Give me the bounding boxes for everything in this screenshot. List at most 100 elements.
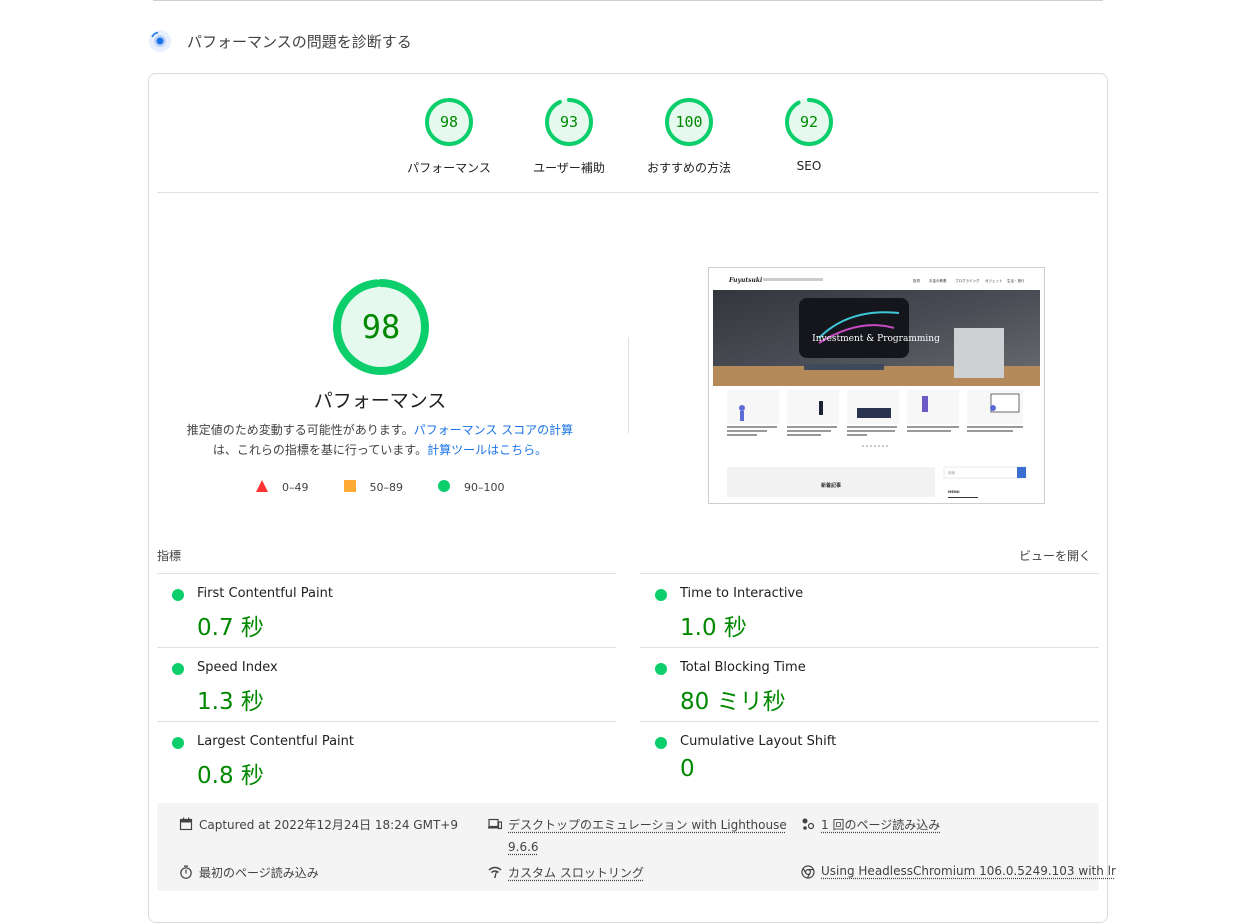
performance-gauge-large: 98 [333,279,429,375]
desc-text-2: は、これらの指標を基に行っています。 [212,443,428,457]
final-screenshot[interactable]: Fuyutsuki 投資 お金の教養 プログラミング ガジェット 生活・旅行 I… [708,267,1045,504]
emulation-info[interactable]: デスクトップのエミュレーション with Lighthouse [488,816,787,833]
gauge-ring: 93 [545,98,593,146]
menu-label: MENU [948,490,960,494]
nav-item: お金の教養 [929,278,947,283]
pass-circle-icon [172,589,184,601]
nav-item: プログラミング [955,278,980,283]
emulation-version: 9.6.6 [508,840,539,854]
nav-item: 生活・旅行 [1007,278,1025,283]
metric-name: First Contentful Paint [197,586,333,601]
metric-value: 0.8 秒 [197,763,264,789]
signal-icon [488,866,502,878]
devices-icon [488,818,502,830]
gauge-best-practices[interactable]: 100 おすすめの方法 [634,97,744,176]
gauge-label: SEO [796,159,822,173]
gauge-score: 92 [800,113,818,131]
browser-text: Using HeadlessChromium 106.0.5249.103 wi… [821,864,1116,878]
pass-circle-icon [655,589,667,601]
square-icon [343,480,356,495]
performance-score: 98 [362,308,401,346]
pass-circle-icon [655,663,667,675]
performance-description: 推定値のため変動する可能性があります。パフォーマンス スコアの計算 は、これらの… [159,420,601,460]
gauge-score: 100 [675,113,702,131]
metrics-label: 指標 [157,549,182,563]
metric-value: 0 [680,756,695,782]
metric-lcp: Largest Contentful Paint 0.8 秒 [157,721,616,795]
report-card: 98 パフォーマンス 93 ユーザー補助 100 おすすめの方法 92 SEO … [148,73,1116,923]
metric-name: Cumulative Layout Shift [680,734,837,749]
category-gauges: 98 パフォーマンス 93 ユーザー補助 100 おすすめの方法 92 SEO [157,74,1099,193]
vertical-divider [628,337,629,433]
legend-range: 50–89 [369,481,404,494]
nav-item: ガジェット [985,278,1003,283]
legend-range: 0–49 [282,481,309,494]
site-logo: Fuyutsuki [728,277,763,284]
captured-at: Captured at 2022年12月24日 18:24 GMT+9 [179,816,458,833]
chrome-icon [801,865,815,879]
emulation-text: デスクトップのエミュレーション with Lighthouse [508,818,787,832]
hero-text: Investment & Programming [812,334,940,344]
run-info: Captured at 2022年12月24日 18:24 GMT+9 デスクト… [157,803,1116,891]
section-heading: パフォーマンスの問題を診断する [148,28,412,54]
throttling-info[interactable]: カスタム スロットリング [488,864,644,881]
circle-icon [438,480,450,495]
gauge-score: 98 [440,113,458,131]
performance-title: パフォーマンス [313,390,447,412]
metric-tbt: Total Blocking Time 80 ミリ秒 [640,647,1099,721]
metric-name: Speed Index [197,660,278,675]
gauge-label: パフォーマンス [407,161,491,175]
emulation-version-text: 9.6.6 [508,840,539,854]
score-legend: 0–49 50–89 90–100 [256,480,540,495]
page-loads[interactable]: 1 回のページ読み込み [801,816,940,833]
nav-item: 投資 [913,278,921,283]
section-title: パフォーマンスの問題を診断する [187,32,412,51]
recent-label: 新着記事 [821,482,841,489]
nodes-icon [802,818,815,830]
gauge-seo[interactable]: 92 SEO [754,97,864,173]
metric-value: 0.7 秒 [197,615,264,641]
gauge-ring: 100 [665,98,713,146]
captured-text: Captured at 2022年12月24日 18:24 GMT+9 [199,818,458,832]
metric-name: Largest Contentful Paint [197,734,355,749]
throttling-text: カスタム スロットリング [508,866,644,880]
desc-text-1: 推定値のため変動する可能性があります。 [186,423,414,437]
pass-circle-icon [655,737,667,749]
score-calculation-link[interactable]: パフォーマンス スコアの計算 [414,423,574,437]
initial-load: 最初のページ読み込み [179,864,319,881]
gauge-label: おすすめの方法 [646,161,731,175]
legend-average: 50–89 [343,480,404,495]
pass-circle-icon [172,737,184,749]
expand-view-toggle[interactable]: ビューを開く [1019,547,1091,564]
search-placeholder: 検索 [948,470,956,475]
legend-fail: 0–49 [256,480,309,495]
metric-name: Total Blocking Time [680,660,806,675]
gauge-label: ユーザー補助 [533,161,605,175]
metric-speed-index: Speed Index 1.3 秒 [157,647,616,721]
gauge-performance[interactable]: 98 パフォーマンス [394,97,504,176]
gauge-ring: 98 [425,98,473,146]
pass-circle-icon [172,663,184,675]
calendar-icon [179,817,193,831]
browser-info[interactable]: Using HeadlessChromium 106.0.5249.103 wi… [801,864,1116,879]
top-divider [153,0,1103,1]
triangle-icon [256,480,268,495]
initial-load-text: 最初のページ読み込み [199,866,319,880]
gauge-accessibility[interactable]: 93 ユーザー補助 [514,97,624,176]
screenshot-image: Fuyutsuki 投資 お金の教養 プログラミング ガジェット 生活・旅行 I… [709,268,1044,503]
calculator-link[interactable]: 計算ツールはこちら。 [427,443,547,457]
metric-value: 1.0 秒 [680,615,747,641]
metrics-header: 指標 ビューを開く [157,547,1099,564]
gauge-ring: 92 [785,98,833,146]
metric-tti: Time to Interactive 1.0 秒 [640,573,1099,647]
lighthouse-diagnose-icon [149,30,171,52]
metric-name: Time to Interactive [680,586,804,601]
legend-range: 90–100 [464,481,505,494]
timer-icon [180,865,192,879]
metric-fcp: First Contentful Paint 0.7 秒 [157,573,616,647]
metric-cls: Cumulative Layout Shift 0 [640,721,1099,795]
page-loads-text: 1 回のページ読み込み [821,818,941,832]
legend-pass: 90–100 [438,480,505,495]
gauge-score: 93 [560,113,578,131]
metric-value: 80 ミリ秒 [680,689,786,715]
